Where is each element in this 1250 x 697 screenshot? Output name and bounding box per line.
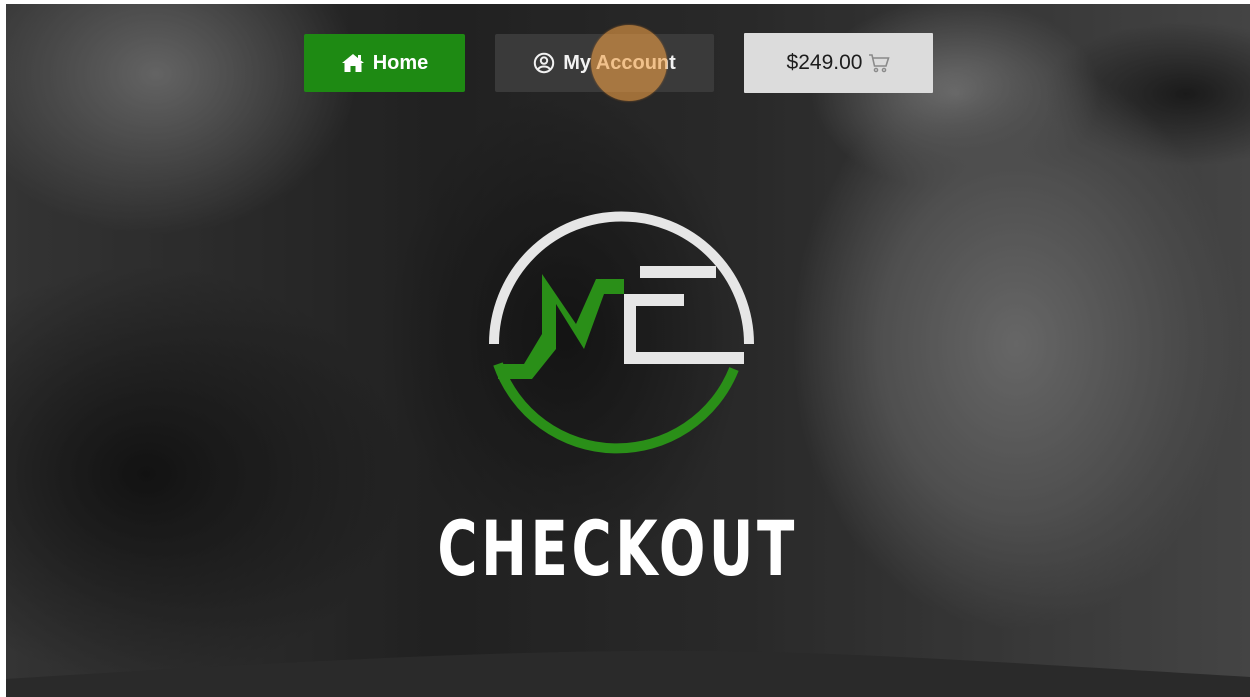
cart-total: $249.00 bbox=[786, 51, 863, 74]
home-button-label: Home bbox=[372, 51, 429, 74]
page-frame: Home My Account $249.00 bbox=[6, 4, 1250, 697]
me-logo bbox=[476, 174, 766, 469]
home-button[interactable]: Home bbox=[304, 34, 465, 92]
cart-icon bbox=[868, 53, 891, 73]
bottom-wave-divider bbox=[6, 650, 1250, 697]
page-title: CHECKOUT bbox=[437, 504, 798, 593]
cart-total-button[interactable]: $249.00 bbox=[744, 33, 933, 93]
home-icon bbox=[341, 53, 365, 73]
click-indicator bbox=[591, 25, 667, 101]
user-circle-icon bbox=[533, 52, 555, 74]
